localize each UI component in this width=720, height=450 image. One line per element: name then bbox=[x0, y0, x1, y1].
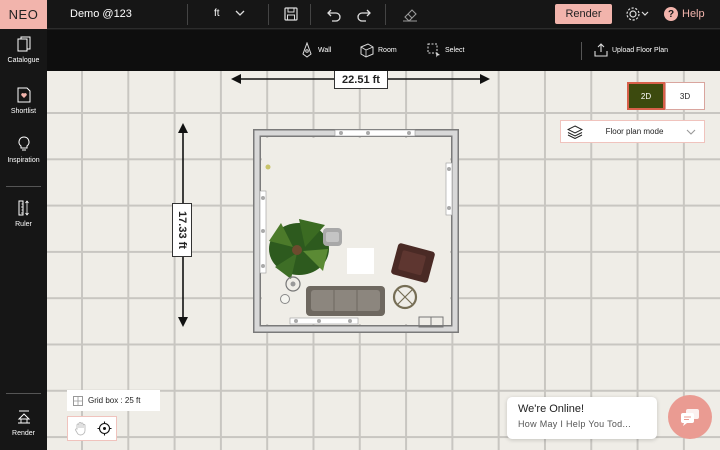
drawing-toolbar: Wall Room Select Upload Floor Plan bbox=[47, 30, 720, 71]
upload-icon bbox=[594, 43, 608, 57]
pan-hand-icon[interactable] bbox=[73, 421, 88, 436]
window-left[interactable] bbox=[259, 190, 267, 274]
help-icon: ? bbox=[664, 7, 678, 21]
wall-tool-label: Wall bbox=[318, 46, 332, 54]
top-bar: NEO Demo @123 ft Render ? Help bbox=[0, 0, 720, 29]
shortlist-icon bbox=[17, 87, 30, 103]
chat-subtitle: How May I Help You Tod... bbox=[518, 419, 631, 429]
help-label: Help bbox=[682, 8, 705, 20]
left-sidebar: Catalogue Shortlist Inspiration Ruler Re… bbox=[0, 29, 47, 450]
lightbulb-icon bbox=[18, 136, 29, 151]
sidebar-item-inspiration[interactable]: Inspiration bbox=[0, 136, 47, 164]
divider bbox=[268, 4, 269, 25]
view-toggle: 2D 3D bbox=[627, 82, 705, 110]
catalogue-icon bbox=[17, 36, 30, 52]
render-button[interactable]: Render bbox=[555, 4, 612, 24]
save-icon[interactable] bbox=[282, 5, 300, 23]
chat-launcher-button[interactable] bbox=[668, 395, 712, 439]
redo-icon[interactable] bbox=[355, 5, 373, 23]
wall-pen-icon bbox=[302, 42, 312, 58]
help-button[interactable]: ? Help bbox=[664, 5, 714, 23]
sidebar-item-label: Render bbox=[12, 430, 35, 437]
divider bbox=[310, 4, 311, 25]
sidebar-item-label: Ruler bbox=[15, 221, 32, 228]
upload-floor-plan-label: Upload Floor Plan bbox=[612, 46, 669, 54]
room-tool-label: Room bbox=[378, 46, 397, 54]
divider bbox=[385, 4, 386, 25]
wall-tool[interactable]: Wall bbox=[299, 40, 331, 60]
sofa[interactable] bbox=[306, 286, 385, 316]
height-dimension-label[interactable]: 17.33 ft bbox=[172, 203, 192, 257]
side-table[interactable] bbox=[347, 248, 374, 274]
sidebar-item-catalogue[interactable]: Catalogue bbox=[0, 36, 47, 64]
height-dimension-text: 17.33 ft bbox=[176, 211, 189, 249]
unit-select-value[interactable]: ft bbox=[214, 8, 220, 19]
gear-icon[interactable] bbox=[624, 5, 650, 23]
window-top[interactable] bbox=[334, 129, 416, 137]
chat-icon bbox=[681, 409, 699, 426]
grid-size-indicator: Grid box : 25 ft bbox=[67, 390, 160, 411]
grid-icon bbox=[73, 395, 83, 406]
select-icon bbox=[427, 43, 440, 58]
chevron-down-icon[interactable] bbox=[234, 7, 246, 19]
eraser-icon[interactable] bbox=[401, 5, 419, 23]
sidebar-item-shortlist[interactable]: Shortlist bbox=[0, 87, 47, 115]
divider bbox=[187, 4, 188, 25]
layers-icon bbox=[567, 124, 583, 139]
window-right[interactable] bbox=[445, 162, 453, 216]
wall-lamp[interactable] bbox=[265, 164, 271, 170]
sidebar-item-ruler[interactable]: Ruler bbox=[0, 200, 47, 228]
small-stool[interactable] bbox=[280, 294, 290, 304]
chevron-down-icon bbox=[686, 129, 696, 135]
width-dimension-label[interactable]: 22.51 ft bbox=[334, 71, 388, 89]
chat-greeting[interactable]: We're Online! How May I Help You Tod... bbox=[507, 397, 657, 439]
room-icon bbox=[360, 43, 374, 58]
upload-floor-plan-button[interactable]: Upload Floor Plan bbox=[593, 40, 668, 60]
view-3d-button[interactable]: 3D bbox=[665, 82, 705, 110]
sidebar-divider bbox=[6, 186, 41, 187]
chat-title: We're Online! bbox=[518, 403, 585, 415]
room-tool[interactable]: Room bbox=[359, 40, 397, 60]
floor-plan-mode-label: Floor plan mode bbox=[605, 127, 664, 136]
ruler-icon bbox=[18, 200, 29, 216]
app-window: NEO Demo @123 ft Render ? Help Wall Room… bbox=[0, 0, 720, 450]
floor-plan-canvas[interactable]: 22.51 ft 17.33 ft 2D 3D Floor plan mode … bbox=[47, 71, 720, 450]
view-2d-button[interactable]: 2D bbox=[627, 82, 665, 110]
recenter-icon[interactable] bbox=[97, 421, 112, 436]
select-tool-label: Select bbox=[445, 46, 465, 54]
select-tool[interactable]: Select bbox=[426, 40, 464, 60]
project-name[interactable]: Demo @123 bbox=[70, 8, 132, 20]
undo-icon[interactable] bbox=[325, 5, 343, 23]
window-bottom[interactable] bbox=[289, 317, 359, 325]
app-logo: NEO bbox=[0, 0, 47, 29]
sidebar-divider bbox=[6, 393, 41, 394]
sidebar-item-label: Inspiration bbox=[7, 157, 40, 164]
divider bbox=[581, 42, 582, 60]
floor-plan-mode-select[interactable]: Floor plan mode bbox=[560, 120, 705, 143]
sidebar-item-render[interactable]: Render bbox=[0, 409, 47, 437]
render-icon bbox=[17, 410, 30, 424]
sidebar-item-label: Shortlist bbox=[10, 108, 37, 115]
sidebar-item-label: Catalogue bbox=[7, 57, 40, 64]
navigation-tools bbox=[67, 416, 117, 441]
grid-size-label: Grid box : 25 ft bbox=[88, 396, 141, 405]
armchair[interactable] bbox=[323, 228, 342, 246]
